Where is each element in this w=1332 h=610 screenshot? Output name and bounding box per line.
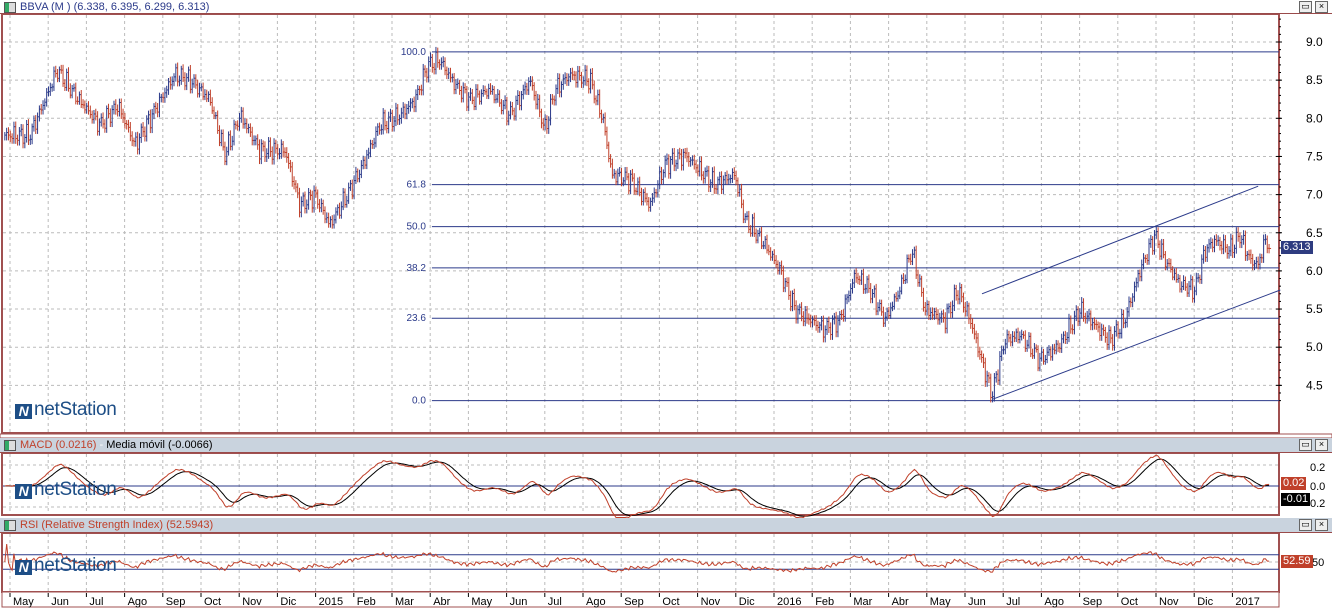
time-label: Jul (89, 596, 103, 608)
time-label: Mar (395, 596, 414, 608)
time-label: Sep (1083, 596, 1103, 608)
fib-level-label: 100.0 (401, 47, 426, 58)
time-label: Abr (892, 596, 909, 608)
netstation-logo-rsi: NnetStation (15, 555, 117, 577)
time-label: Feb (357, 596, 376, 608)
main-title: BBVA (M ) (6.338, 6.395, 6.299, 6.313) (20, 1, 210, 13)
time-label: Mar (853, 596, 872, 608)
time-label: Jun (968, 596, 986, 608)
price-axis-label: 4.5 (1306, 378, 1323, 392)
chart-window-icon (4, 2, 16, 13)
rsi-axis-label: 50 (1312, 557, 1324, 569)
time-label: May (930, 596, 951, 608)
time-label: Oct (1121, 596, 1138, 608)
macd-readout: 0.02 (1281, 477, 1307, 490)
rsi-window-icon (4, 520, 16, 531)
macd-title: MACD (0.0216) (20, 439, 97, 451)
rsi-title: RSI (Relative Strength Index) (52.5943) (20, 519, 214, 531)
netstation-logo: NnetStation (15, 399, 117, 421)
time-label: 2015 (319, 596, 343, 608)
time-label: Jun (510, 596, 528, 608)
time-label: May (13, 596, 34, 608)
close-button[interactable]: × (1315, 1, 1328, 13)
fib-level-label: 50.0 (406, 222, 426, 233)
time-label: 2016 (777, 596, 801, 608)
price-axis-label: 9.0 (1306, 35, 1323, 49)
time-label: Jul (548, 596, 562, 608)
price-readout: 6.313 (1281, 241, 1313, 254)
macd-sep: - (96, 439, 107, 451)
time-label: 2017 (1235, 596, 1259, 608)
price-axis-label: 5.0 (1306, 340, 1323, 354)
rsi-readout: 52.59 (1281, 555, 1313, 568)
price-axis-label: 8.5 (1306, 73, 1323, 87)
price-axis-label: 8.0 (1306, 111, 1323, 125)
macd-axis-label: 0.2 (1310, 498, 1325, 510)
price-axis-label: 6.0 (1306, 264, 1323, 278)
time-label: Nov (1159, 596, 1179, 608)
main-title-bar: BBVA (M ) (6.338, 6.395, 6.299, 6.313) ▭… (0, 0, 1332, 14)
time-label: Oct (662, 596, 679, 608)
time-label: Feb (815, 596, 834, 608)
fib-level-label: 0.0 (412, 396, 426, 407)
macd-plot-frame (1, 452, 1280, 516)
time-label: Nov (242, 596, 262, 608)
time-label: Sep (624, 596, 644, 608)
price-axis-label: 6.5 (1306, 226, 1323, 240)
netstation-logo-macd: NnetStation (15, 479, 117, 501)
time-label: Jun (51, 596, 69, 608)
time-label: Dic (1197, 596, 1213, 608)
time-label: Dic (739, 596, 755, 608)
time-label: Dic (280, 596, 296, 608)
time-label: Jul (1006, 596, 1020, 608)
fib-level-label: 38.2 (406, 263, 426, 274)
time-label: Ago (586, 596, 606, 608)
macd-restore-button[interactable]: ▭ (1299, 439, 1312, 451)
time-label: Ago (128, 596, 148, 608)
macd-window-icon (4, 440, 16, 451)
macd-close-button[interactable]: × (1315, 439, 1328, 451)
rsi-close-button[interactable]: × (1315, 519, 1328, 531)
macd-title-bar: MACD (0.0216) - Media móvil (-0.0066) ▭ × (0, 438, 1332, 453)
fib-level-label: 61.8 (406, 180, 426, 191)
macd-signal-title: Media móvil (-0.0066) (106, 439, 213, 451)
rsi-title-bar: RSI (Relative Strength Index) (52.5943) … (0, 518, 1332, 533)
time-label: Abr (433, 596, 450, 608)
time-label: Ago (1044, 596, 1064, 608)
signal-readout: -0.01 (1281, 493, 1311, 506)
time-label: Nov (701, 596, 721, 608)
time-label: Sep (166, 596, 186, 608)
time-label: May (471, 596, 492, 608)
time-label: Oct (204, 596, 221, 608)
restore-button[interactable]: ▭ (1299, 1, 1312, 13)
price-axis-label: 7.0 (1306, 188, 1323, 202)
price-axis-label: 7.5 (1306, 149, 1323, 163)
rsi-restore-button[interactable]: ▭ (1299, 519, 1312, 531)
fib-level-label: 23.6 (406, 313, 426, 324)
price-axis-label: 5.5 (1306, 302, 1323, 316)
macd-axis-label: 0.2 (1310, 462, 1325, 474)
macd-axis-label: 0.0 (1310, 481, 1325, 493)
